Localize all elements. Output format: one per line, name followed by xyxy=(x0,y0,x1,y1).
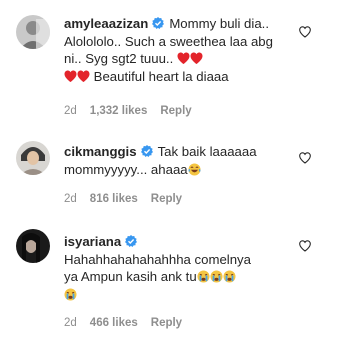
comment-meta: 2d 816 likes Reply xyxy=(64,193,195,205)
red-heart-icon xyxy=(190,52,203,64)
comment-body: cikmanggis Tak baik laaaaaa mommyyyyy... … xyxy=(64,143,294,178)
comment-body: amyleaazizan Mommy buli dia.. Alolololo..… xyxy=(64,15,294,85)
comment-username[interactable]: amyleaazizan xyxy=(64,16,148,31)
comment-likes[interactable]: 1,332 likes xyxy=(90,105,148,117)
comment-time[interactable]: 2d xyxy=(64,317,77,329)
comment-text: ya Ampun kasih ank tu xyxy=(64,269,197,284)
like-heart-icon[interactable] xyxy=(299,152,311,164)
comment-time[interactable]: 2d xyxy=(64,193,77,205)
reply-button[interactable]: Reply xyxy=(151,193,182,205)
verified-badge-icon xyxy=(140,145,153,157)
verified-badge-icon xyxy=(152,17,165,29)
comment-text: Beautiful heart la diaaa xyxy=(93,68,229,84)
reply-button[interactable]: Reply xyxy=(160,105,191,117)
like-heart-icon[interactable] xyxy=(299,240,311,252)
loudly-crying-face-icon xyxy=(64,287,77,301)
comment-username[interactable]: cikmanggis xyxy=(64,144,137,159)
loudly-crying-face-icon xyxy=(222,270,236,283)
comment-text: Tak baik laaaaaa xyxy=(157,144,257,159)
comment-text: mommyyyyy... ahaaa xyxy=(64,161,188,177)
avatar[interactable] xyxy=(16,141,50,175)
comment-text: Hahahhahahahahhha comelnya xyxy=(64,251,251,267)
comment-likes[interactable]: 466 likes xyxy=(90,317,138,329)
avatar[interactable] xyxy=(16,229,50,263)
comment-meta: 2d 1,332 likes Reply xyxy=(64,105,205,117)
reply-button[interactable]: Reply xyxy=(151,317,182,329)
face-with-tears-of-joy-icon xyxy=(187,162,201,176)
verified-badge-icon xyxy=(125,235,138,247)
red-heart-icon xyxy=(77,70,90,82)
red-heart-icon xyxy=(177,52,190,64)
comment-likes[interactable]: 816 likes xyxy=(90,193,138,205)
like-heart-icon[interactable] xyxy=(299,26,311,38)
comment-body: isyariana Hahahhahahahahhha comelnya ya … xyxy=(64,233,294,303)
comment-meta: 2d 466 likes Reply xyxy=(64,317,195,329)
comment-username[interactable]: isyariana xyxy=(64,234,121,249)
avatar[interactable] xyxy=(16,15,50,49)
comment-time[interactable]: 2d xyxy=(64,105,77,117)
loudly-crying-face-icon xyxy=(209,270,223,283)
loudly-crying-face-icon xyxy=(196,270,210,283)
red-heart-icon xyxy=(64,70,77,82)
